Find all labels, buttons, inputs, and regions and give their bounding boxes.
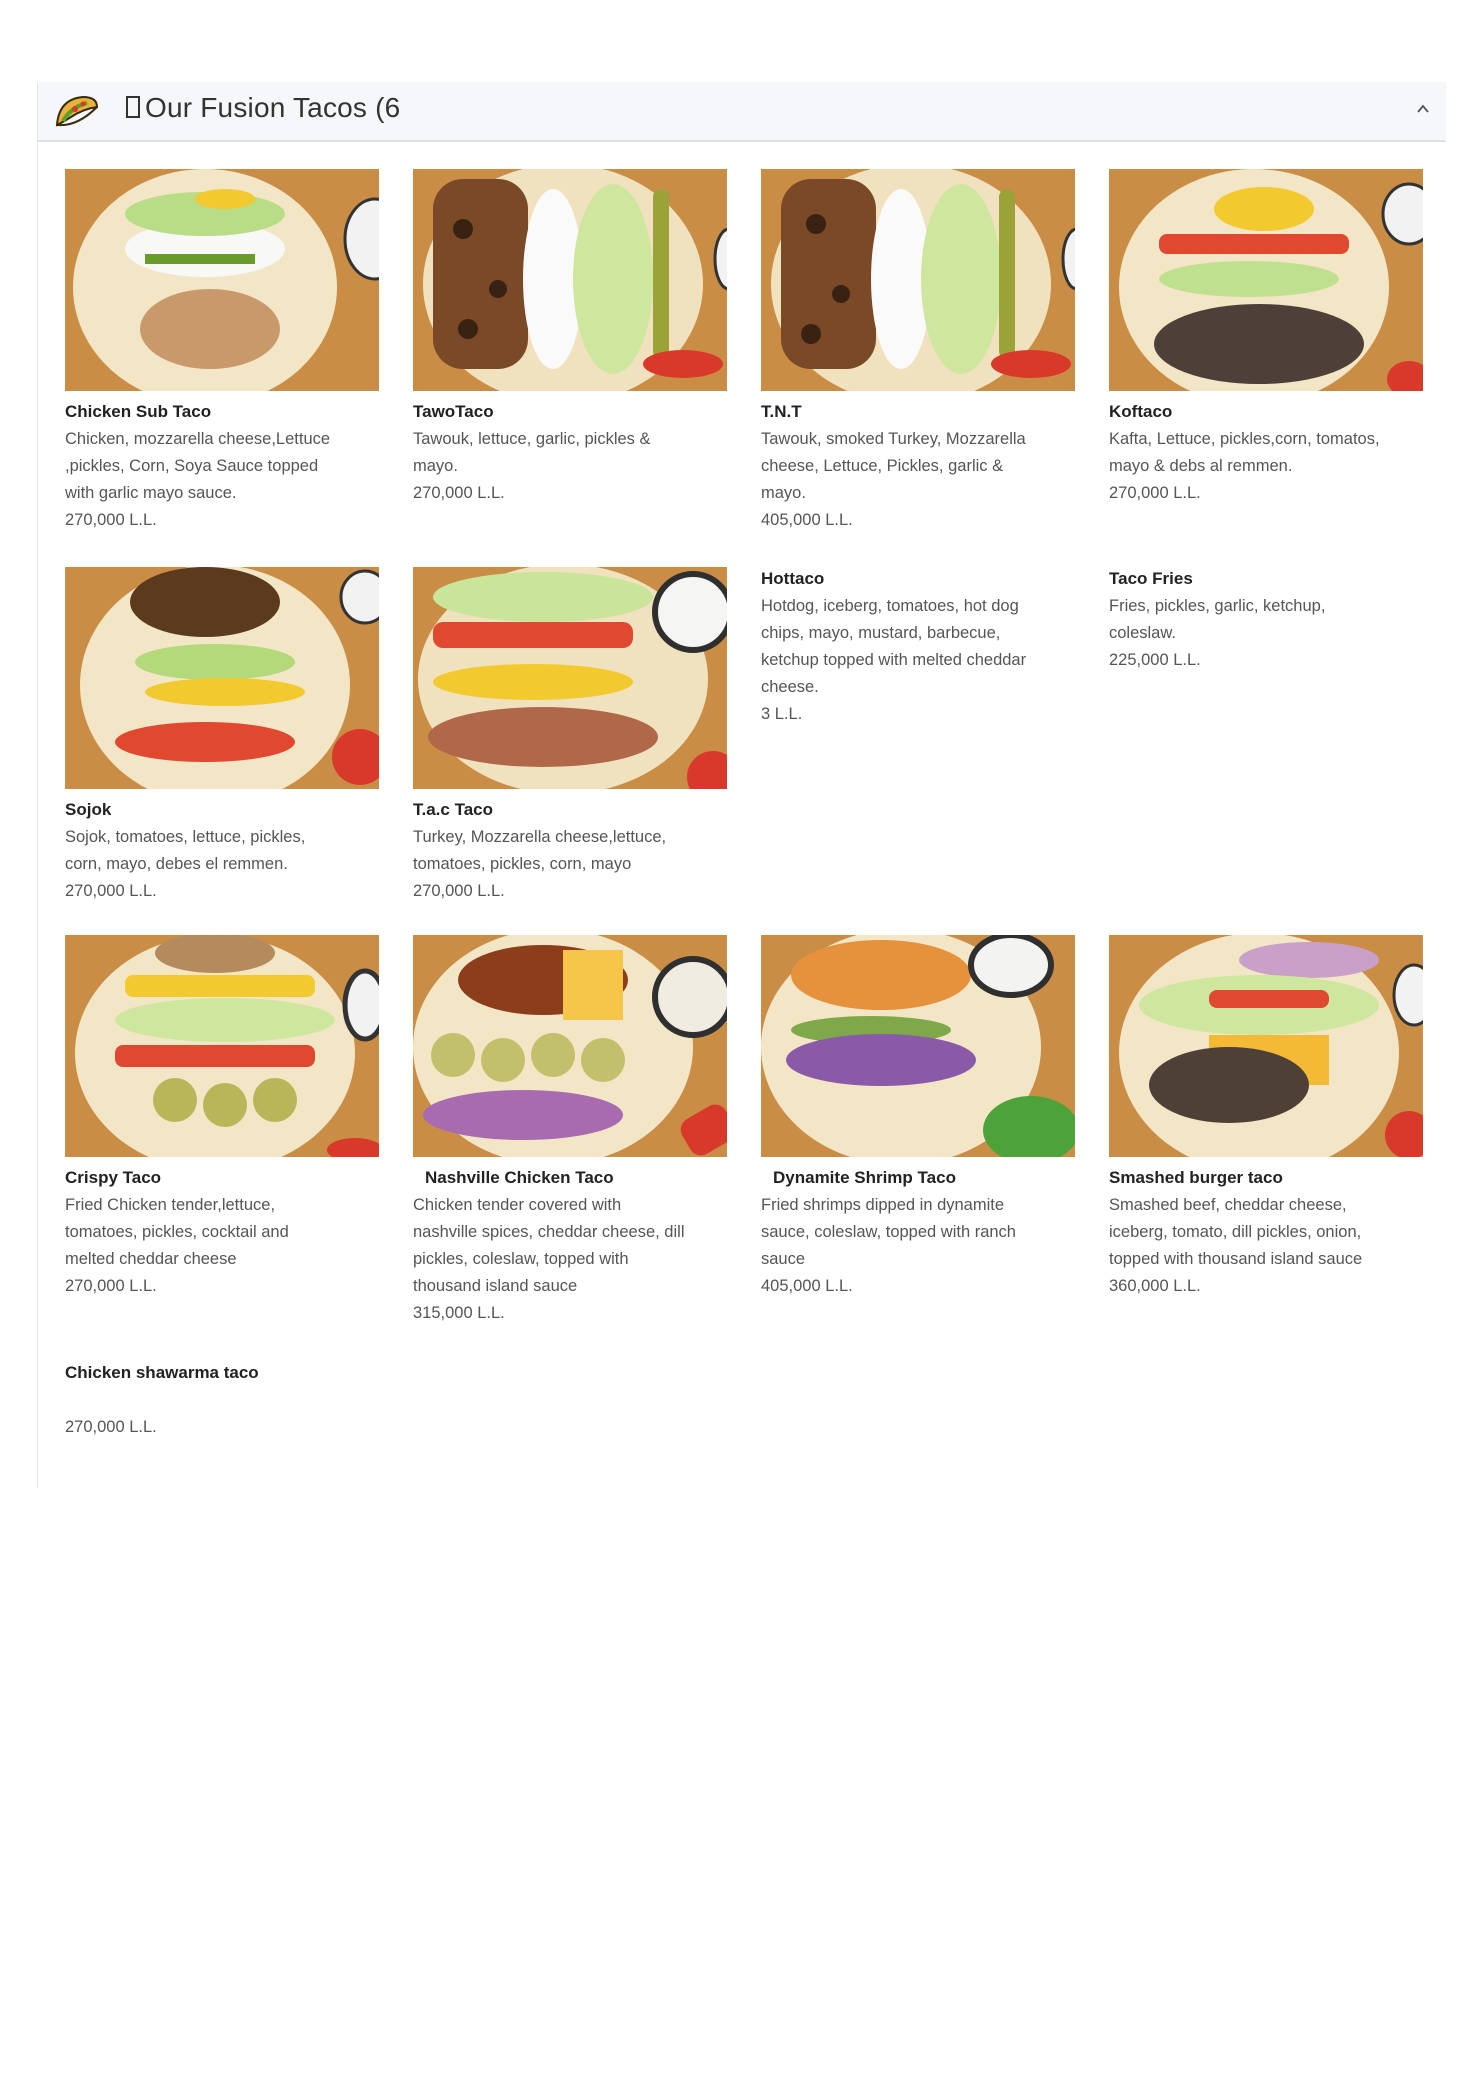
item-name: Crispy Taco: [65, 1168, 162, 1187]
food-image: [761, 169, 1075, 391]
item-price: 270,000 L.L.: [65, 882, 157, 900]
item-name: Smashed burger taco: [1109, 1168, 1283, 1187]
item-price: 225,000 L.L.: [1109, 651, 1201, 669]
menu-item[interactable]: TawoTaco Tawouk, lettuce, garlic, pickle…: [413, 169, 727, 507]
taco-icon: [55, 95, 99, 127]
food-image: [413, 567, 727, 789]
item-price: 3 L.L.: [761, 705, 803, 723]
item-description: Fried Chicken tender,lettuce, tomatoes, p…: [65, 1196, 289, 1268]
item-name: T.N.T: [761, 402, 802, 421]
section-header[interactable]: Our Fusion Tacos (6: [38, 82, 1446, 142]
item-description: Fries, pickles, garlic, ketchup, coleslaw…: [1109, 597, 1326, 642]
food-image: [65, 567, 379, 789]
item-price: 360,000 L.L.: [1109, 1277, 1201, 1295]
item-description: Chicken, mozzarella cheese,Lettuce ,pickl…: [65, 430, 331, 502]
item-name: Taco Fries: [1109, 569, 1193, 588]
menu-item[interactable]: Koftaco Kafta, Lettuce, pickles,corn, to…: [1109, 169, 1423, 507]
item-description: Fried shrimps dipped in dynamite sauce, c…: [761, 1196, 1016, 1268]
food-image: [413, 935, 727, 1157]
missing-glyph-icon: [126, 96, 140, 118]
food-image: [761, 935, 1075, 1157]
item-price: 270,000 L.L.: [413, 484, 505, 502]
item-description: [65, 1387, 379, 1414]
food-image: [65, 935, 379, 1157]
food-image: [1109, 935, 1423, 1157]
menu-item[interactable]: Chicken Sub Taco Chicken, mozzarella che…: [65, 169, 379, 534]
food-image: [65, 169, 379, 391]
item-price: 270,000 L.L.: [413, 882, 505, 900]
item-description: Smashed beef, cheddar cheese, iceberg, to…: [1109, 1196, 1363, 1268]
item-price: 405,000 L.L.: [761, 511, 853, 529]
item-name: Chicken shawarma taco: [65, 1363, 259, 1382]
item-name: Koftaco: [1109, 402, 1173, 421]
item-price: 270,000 L.L.: [65, 511, 157, 529]
item-price: 270,000 L.L.: [65, 1277, 157, 1295]
item-price: 315,000 L.L.: [413, 1304, 505, 1322]
item-price: 270,000 L.L.: [65, 1418, 157, 1436]
item-description: Turkey, Mozzarella cheese,lettuce, tomato…: [413, 828, 667, 873]
item-price: 405,000 L.L.: [761, 1277, 853, 1295]
menu-item[interactable]: Sojok Sojok, tomatoes, lettuce, pickles,…: [65, 567, 379, 905]
item-description: Tawouk, lettuce, garlic, pickles & mayo.: [413, 430, 651, 475]
item-price: 270,000 L.L.: [1109, 484, 1201, 502]
menu-item[interactable]: T.a.c Taco Turkey, Mozzarella cheese,let…: [413, 567, 727, 905]
food-image: [1109, 169, 1423, 391]
item-name: Chicken Sub Taco: [65, 402, 212, 421]
item-description: Kafta, Lettuce, pickles,corn, tomatos, ma…: [1109, 430, 1380, 475]
item-description: Hotdog, iceberg, tomatoes, hot dog chips,…: [761, 597, 1027, 696]
menu-item[interactable]: Smashed burger taco Smashed beef, chedda…: [1109, 935, 1423, 1300]
food-image: [413, 169, 727, 391]
menu-item[interactable]: Taco Fries Fries, pickles, garlic, ketch…: [1109, 568, 1423, 674]
item-name: Sojok: [65, 800, 112, 819]
item-description: Tawouk, smoked Turkey, Mozzarella cheese,…: [761, 430, 1026, 502]
section-title: Our Fusion Tacos (6: [145, 92, 401, 123]
item-name: TawoTaco: [413, 402, 494, 421]
menu-item[interactable]: T.N.T Tawouk, smoked Turkey, Mozzarella c…: [761, 169, 1075, 534]
item-name: Hottaco: [761, 569, 825, 588]
chevron-up-icon[interactable]: [1416, 102, 1430, 116]
item-description: Chicken tender covered with nashville spi…: [413, 1196, 685, 1295]
menu-item[interactable]: Hottaco Hotdog, iceberg, tomatoes, hot d…: [761, 568, 1075, 728]
item-name: Dynamite Shrimp Taco: [773, 1168, 956, 1187]
menu-item[interactable]: Dynamite Shrimp Taco Fried shrimps dippe…: [761, 935, 1075, 1300]
item-description: Sojok, tomatoes, lettuce, pickles, corn, …: [65, 828, 306, 873]
menu-item[interactable]: Crispy Taco Fried Chicken tender,lettuce…: [65, 935, 379, 1300]
menu-item[interactable]: Nashville Chicken Taco Chicken tender co…: [413, 935, 727, 1327]
item-name: T.a.c Taco: [413, 800, 493, 819]
menu-item[interactable]: Chicken shawarma taco 270,000 L.L.: [65, 1362, 379, 1441]
item-name: Nashville Chicken Taco: [425, 1168, 614, 1187]
